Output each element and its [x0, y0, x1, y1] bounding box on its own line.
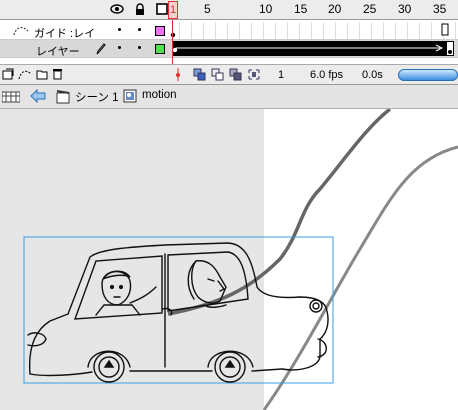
timeline-scrollbar[interactable] — [398, 69, 458, 81]
guide-layer-icon — [12, 25, 30, 37]
visible-dot[interactable] — [118, 28, 121, 31]
frame-number-15: 15 — [294, 2, 308, 16]
lock-dot[interactable] — [138, 46, 141, 49]
back-arrow-icon[interactable] — [30, 88, 46, 106]
outline-icon[interactable] — [156, 2, 168, 18]
guide-frames[interactable] — [168, 22, 458, 39]
lock-icon[interactable] — [135, 2, 145, 18]
stage-artwork — [23, 109, 458, 410]
flash-authoring-window: 5 10 15 20 25 30 35 1 ガイド :レイ レイヤー 1 6.0… — [0, 0, 458, 410]
layer-color-swatch[interactable] — [155, 44, 165, 54]
timeline-toggle-icon[interactable] — [1, 90, 21, 107]
guide-stroke — [167, 109, 392, 316]
add-folder-icon[interactable] — [36, 68, 48, 83]
frame-number-30: 30 — [398, 2, 412, 16]
layer-name: ガイド :レイ — [34, 28, 96, 40]
layer-buttons — [2, 68, 63, 83]
visible-dot[interactable] — [118, 46, 121, 49]
timeline-footer: 1 6.0 fps 0.0s — [0, 65, 458, 85]
tween-frames[interactable] — [172, 41, 454, 56]
frame-number-20: 20 — [328, 2, 342, 16]
pencil-icon — [96, 43, 106, 58]
stage-area[interactable] — [0, 109, 458, 410]
frame-rate-readout[interactable]: 6.0 fps — [310, 69, 343, 81]
lock-dot[interactable] — [138, 28, 141, 31]
edit-multiple-frames-icon[interactable] — [229, 68, 243, 81]
layer-row-guide[interactable]: ガイド :レイ — [0, 22, 458, 40]
frame-number-25: 25 — [363, 2, 377, 16]
onion-skin-icon[interactable] — [193, 68, 207, 81]
timeline-panel: 5 10 15 20 25 30 35 1 ガイド :レイ レイヤー — [0, 0, 458, 65]
playhead[interactable]: 1 — [168, 1, 178, 19]
elapsed-time-readout: 0.0s — [362, 69, 383, 81]
frame-number-5: 5 — [204, 2, 211, 16]
current-frame-readout: 1 — [278, 69, 285, 81]
symbol-icon — [123, 89, 137, 106]
layer-row-main[interactable]: レイヤー — [0, 40, 458, 58]
add-layer-icon[interactable] — [2, 68, 14, 83]
frame-number-35: 35 — [433, 2, 447, 16]
onion-skin-outlines-icon[interactable] — [211, 68, 225, 81]
layer-toggle-icons — [110, 2, 168, 18]
playhead-line — [172, 20, 173, 64]
eye-icon[interactable] — [110, 3, 124, 17]
frame-ruler[interactable]: 5 10 15 20 25 30 35 — [168, 0, 458, 20]
trash-icon[interactable] — [52, 68, 63, 83]
scene-icon — [56, 89, 70, 107]
layer-name: レイヤー — [36, 46, 80, 58]
edit-bar: シーン 1 motion — [0, 85, 458, 109]
symbol-breadcrumb[interactable]: motion — [142, 89, 177, 101]
add-guide-layer-icon[interactable] — [18, 68, 32, 83]
layer-color-swatch[interactable] — [155, 26, 165, 36]
scene-breadcrumb[interactable]: シーン 1 — [75, 89, 119, 105]
modify-onion-markers-icon[interactable] — [247, 68, 261, 81]
timeline-header: 5 10 15 20 25 30 35 1 — [0, 0, 458, 20]
end-keyframe[interactable] — [446, 41, 454, 56]
frame-number-10: 10 — [259, 2, 273, 16]
center-frame-icon[interactable] — [175, 68, 189, 81]
